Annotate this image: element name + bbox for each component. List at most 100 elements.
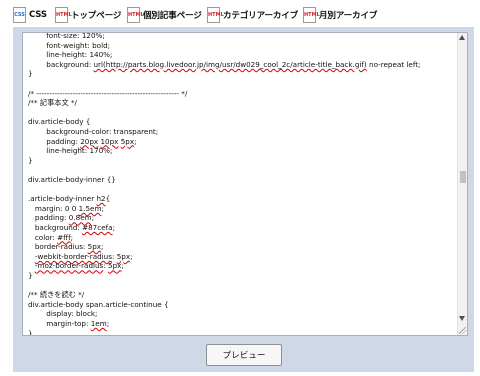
code-line: .article-body-inner h2{ bbox=[28, 194, 110, 204]
code-text: ; bbox=[70, 232, 74, 242]
code-text: } bbox=[28, 328, 33, 335]
tab-css[interactable]: CSS CSS bbox=[13, 7, 47, 23]
flagged-token: 5px bbox=[87, 242, 102, 252]
code-text: ; bbox=[130, 251, 133, 261]
code-line: background-color: transparent; bbox=[28, 127, 158, 137]
tab-label: カテゴリアーカイブ bbox=[223, 11, 299, 21]
code-line: display: block; bbox=[28, 309, 97, 319]
code-text: font-weight: bold; bbox=[28, 40, 111, 50]
code-text: line-height: 140%; bbox=[28, 50, 113, 60]
code-line: line-height: 170%; bbox=[28, 146, 112, 156]
flagged-token: 1em bbox=[90, 319, 107, 328]
code-line: padding: 20px 10px 5px; bbox=[28, 136, 137, 147]
editor-panel: font-size: 120%; font-weight: bold; line… bbox=[13, 27, 474, 372]
code-text: font-size: 120%; bbox=[28, 33, 105, 40]
flagged-token: -webkit-border-radius bbox=[34, 251, 112, 261]
code-line: /** 続きを読む */ bbox=[28, 290, 84, 300]
html-file-icon: HTML bbox=[55, 7, 72, 23]
code-text: div.article-body-inner {} bbox=[28, 175, 116, 184]
flagged-token: 5px bbox=[108, 261, 122, 271]
code-text: ; bbox=[134, 136, 137, 146]
html-file-icon: HTML bbox=[207, 7, 224, 23]
code-text: color: bbox=[28, 232, 58, 242]
code-line: div.article-body span.article-continue { bbox=[28, 300, 169, 310]
code-text: .article-body-inner bbox=[28, 194, 97, 204]
tab-category-archive[interactable]: HTML カテゴリアーカイブ bbox=[207, 7, 298, 23]
tab-individual-article-page[interactable]: HTML 個別記事ページ bbox=[127, 7, 202, 23]
code-text: ; bbox=[91, 213, 95, 223]
code-line: /* -------------------------------------… bbox=[28, 89, 187, 99]
code-text: ; bbox=[112, 223, 115, 232]
code-line: } bbox=[28, 69, 33, 79]
code-line: } bbox=[28, 271, 33, 281]
code-text: div.article-body span.article-continue { bbox=[28, 299, 169, 309]
code-line: border-radius: 5px; bbox=[28, 242, 104, 252]
code-text: } bbox=[28, 69, 33, 79]
code-line: line-height: 140%; bbox=[28, 50, 112, 60]
code-text: div.article-body { bbox=[28, 117, 91, 127]
tab-label: 月別アーカイブ bbox=[319, 11, 378, 21]
code-text: ; bbox=[101, 242, 104, 252]
code-text: /* -------------------------------------… bbox=[28, 88, 188, 98]
resize-grip-icon[interactable] bbox=[459, 327, 466, 334]
flagged-token: h2 bbox=[96, 194, 106, 204]
scroll-up-arrow-icon[interactable] bbox=[459, 35, 465, 40]
scroll-down-arrow-icon[interactable] bbox=[459, 316, 465, 321]
flagged-token: url(http://parts.blog.livedoor.jp/img/us… bbox=[93, 59, 367, 69]
code-line: -moz-border-radius: 5px; bbox=[28, 261, 124, 271]
code-text: background-color: transparent; bbox=[28, 127, 159, 136]
code-text: /** 記事本文 */ bbox=[28, 98, 77, 108]
css-code-editor[interactable]: font-size: 120%; font-weight: bold; line… bbox=[22, 32, 468, 336]
flagged-token: 10px bbox=[100, 136, 119, 146]
code-line: } bbox=[28, 329, 33, 335]
code-text: margin-top: bbox=[28, 319, 91, 328]
code-text: } bbox=[28, 155, 33, 165]
flagged-token: #fff bbox=[57, 232, 71, 242]
code-line: margin: 0 0 1.5em; bbox=[28, 204, 104, 214]
html-file-icon: HTML bbox=[303, 7, 320, 23]
code-text: { bbox=[105, 194, 111, 204]
tab-top-page[interactable]: HTML トップページ bbox=[55, 7, 121, 23]
css-file-icon: CSS bbox=[13, 7, 26, 23]
code-line: } bbox=[28, 156, 33, 166]
flagged-token: -moz-border-radius bbox=[34, 261, 104, 271]
flagged-token: #87cefa bbox=[82, 223, 113, 232]
code-text: } bbox=[28, 271, 33, 280]
scrollbar-thumb[interactable] bbox=[460, 171, 466, 183]
tab-label: 個別記事ページ bbox=[143, 11, 202, 21]
code-line: background: #87cefa; bbox=[28, 223, 115, 233]
tab-label: トップページ bbox=[71, 11, 122, 21]
code-line: /** 記事本文 */ bbox=[28, 98, 77, 108]
code-text: margin: 0 0 bbox=[28, 203, 79, 213]
code-text: ; bbox=[106, 319, 110, 328]
code-text: /** 続きを読む */ bbox=[28, 290, 85, 300]
code-text: background: bbox=[28, 59, 94, 69]
flagged-token: 20px bbox=[80, 136, 99, 146]
tab-monthly-archive[interactable]: HTML 月別アーカイブ bbox=[303, 7, 377, 23]
vertical-scrollbar[interactable] bbox=[457, 33, 467, 335]
html-file-icon: HTML bbox=[127, 7, 144, 23]
code-line: color: #fff; bbox=[28, 233, 73, 243]
code-content[interactable]: font-size: 120%; font-weight: bold; line… bbox=[23, 33, 458, 335]
code-text: display: block; bbox=[28, 309, 98, 319]
code-line: font-weight: bold; bbox=[28, 41, 110, 51]
code-line: padding: 0.8em; bbox=[28, 213, 94, 223]
code-line: div.article-body-inner {} bbox=[28, 175, 116, 185]
code-text: padding: bbox=[28, 136, 81, 146]
code-text: ; bbox=[101, 203, 104, 213]
code-text: line-height: 170%; bbox=[28, 146, 113, 156]
code-line: -webkit-border-radius: 5px; bbox=[28, 252, 133, 262]
file-tab-bar: CSS CSS HTML トップページ HTML 個別記事ページ HTML カテ… bbox=[0, 0, 480, 30]
preview-button[interactable]: プレビュー bbox=[206, 344, 282, 366]
flagged-token: 5px bbox=[120, 136, 135, 146]
code-text: background: bbox=[28, 223, 83, 232]
flagged-token: 1.5em bbox=[78, 203, 102, 213]
code-line: background: url(http://parts.blog.livedo… bbox=[28, 60, 420, 70]
code-line: div.article-body { bbox=[28, 117, 90, 127]
flagged-token: 5px bbox=[116, 251, 131, 261]
tab-label: CSS bbox=[29, 10, 47, 20]
code-text: padding: bbox=[28, 213, 69, 223]
flagged-token: 0.8em bbox=[68, 213, 92, 223]
